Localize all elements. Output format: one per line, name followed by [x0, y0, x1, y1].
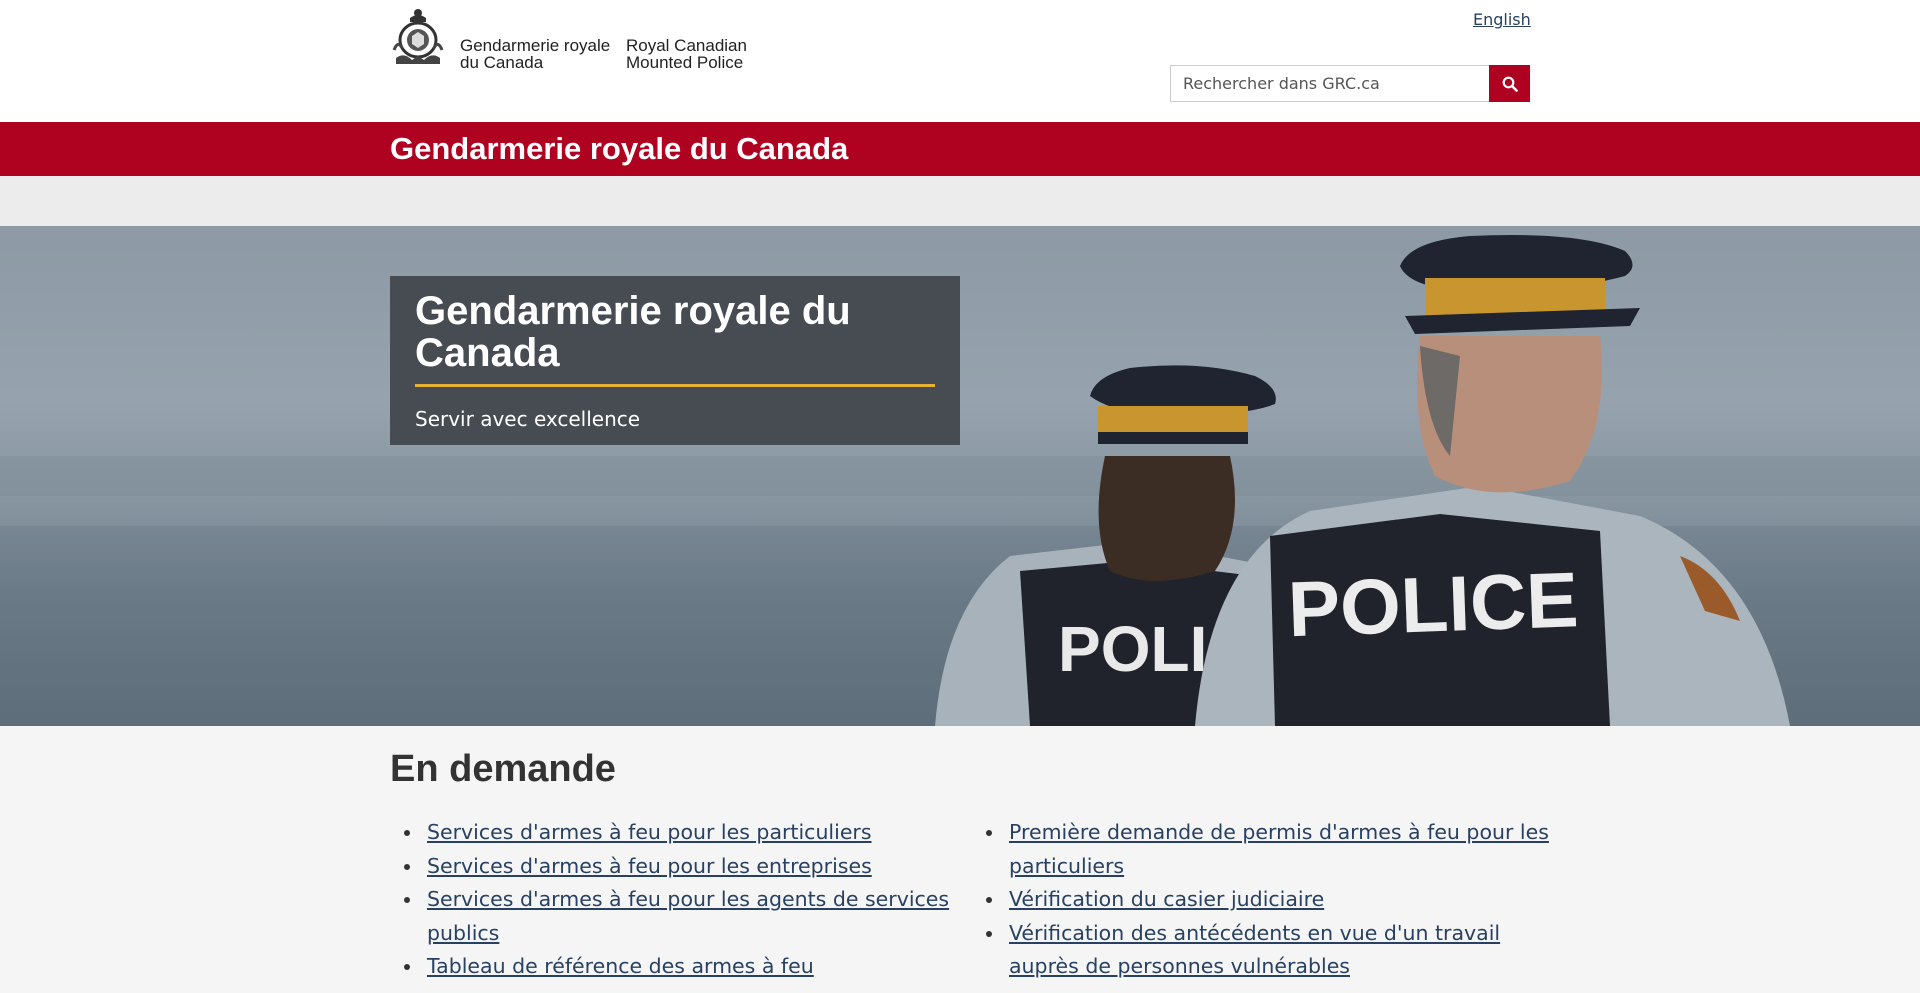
link-firearms-individuals[interactable]: Services d'armes à feu pour les particul… [427, 820, 872, 844]
vest-label-right: POLICE [1286, 555, 1579, 653]
list-item: Première demande de permis d'armes à feu… [972, 816, 1552, 883]
signature-english: Royal Canadian Mounted Police [626, 36, 747, 72]
search-input[interactable] [1170, 65, 1489, 102]
popular-links-left: Services d'armes à feu pour les particul… [390, 816, 950, 984]
list-item: Services d'armes à feu pour les entrepri… [390, 850, 950, 884]
hero-title: Gendarmerie royale du Canada [415, 289, 851, 375]
link-vulnerable-sector-check[interactable]: Vérification des antécédents en vue d'un… [1009, 921, 1500, 979]
search-button[interactable] [1489, 65, 1530, 102]
hero-subtitle: Servir avec excellence [415, 407, 641, 431]
hero-accent-rule [415, 384, 935, 387]
main-content: En demande Services d'armes à feu pour l… [0, 726, 1920, 993]
hero-image: POLICE POLICE [0, 235, 1920, 726]
search-icon [1502, 76, 1518, 92]
list-item: Services d'armes à feu pour les agents d… [390, 883, 950, 950]
signature-french: Gendarmerie royale du Canada [460, 36, 611, 72]
link-firearms-reference-table[interactable]: Tableau de référence des armes à feu [427, 954, 814, 978]
list-item: Vérification des antécédents en vue d'un… [972, 917, 1552, 984]
rcmp-crest-icon [392, 9, 444, 64]
hero-banner: POLICE POLICE Gendarmerie royale du Cana… [0, 226, 1920, 726]
banner-title: Gendarmerie royale du Canada [390, 131, 849, 166]
language-toggle-link[interactable]: English [1473, 10, 1531, 29]
list-item: Services d'armes à feu pour les particul… [390, 816, 950, 850]
list-item: Vérification du casier judiciaire [972, 883, 1552, 917]
link-criminal-record-check[interactable]: Vérification du casier judiciaire [1009, 887, 1324, 911]
link-firearms-businesses[interactable]: Services d'armes à feu pour les entrepri… [427, 854, 872, 878]
site-header: Gendarmerie royale du Canada Royal Canad… [0, 0, 1920, 122]
popular-links-right: Première demande de permis d'armes à feu… [972, 816, 1552, 984]
section-title: En demande [390, 748, 616, 790]
hero-title-panel: Gendarmerie royale du Canada Servir avec… [390, 276, 960, 445]
rcmp-signature[interactable]: Gendarmerie royale du Canada Royal Canad… [390, 6, 766, 71]
site-search [1170, 65, 1530, 102]
link-firearms-public-agents[interactable]: Services d'armes à feu pour les agents d… [427, 887, 949, 945]
link-first-firearms-licence[interactable]: Première demande de permis d'armes à feu… [1009, 820, 1549, 878]
breadcrumb-area [0, 176, 1920, 226]
list-item: Tableau de référence des armes à feu [390, 950, 950, 984]
site-title-banner: Gendarmerie royale du Canada [0, 122, 1920, 176]
